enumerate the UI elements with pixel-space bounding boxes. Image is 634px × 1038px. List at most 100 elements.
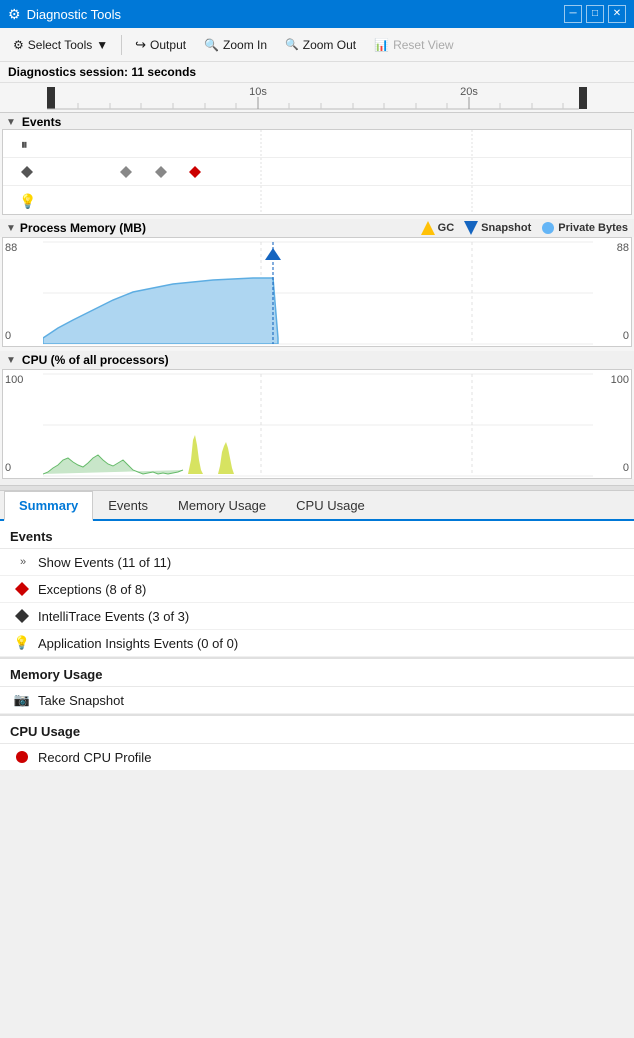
appinsights-icon: 💡 (14, 635, 30, 651)
close-button[interactable]: ✕ (608, 5, 626, 23)
memory-legend: GC Snapshot Private Bytes (421, 221, 628, 235)
event-row-lightbulb: 💡 (3, 186, 631, 214)
tab-summary[interactable]: Summary (4, 491, 93, 521)
reset-icon: 📊 (374, 38, 389, 52)
memory-section-label: Process Memory (MB) (20, 221, 146, 235)
timeline-ruler: 10s 20s (0, 83, 634, 113)
cpu-y-right: 100 0 (593, 374, 629, 474)
pause-row-svg: ⏸ (3, 130, 631, 158)
summary-content: Events » Show Events (11 of 11) Exceptio… (0, 521, 634, 771)
intellitrace-diamond-icon (15, 609, 29, 623)
tab-cpu-label: CPU Usage (296, 498, 365, 513)
cpu-y-min-left: 0 (5, 462, 41, 474)
summary-events-title: Events (0, 521, 634, 549)
memory-y-max-right: 88 (593, 242, 629, 254)
events-section-header: ▼ Events (0, 113, 634, 129)
zoom-in-icon: 🔍 (204, 38, 219, 52)
cpu-chart-svg (3, 370, 631, 480)
tab-events[interactable]: Events (93, 491, 163, 519)
cpu-section-header: ▼ CPU (% of all processors) (0, 351, 634, 369)
cpu-section: ▼ CPU (% of all processors) 100 0 100 0 (0, 351, 634, 479)
intellitrace-icon (14, 608, 30, 624)
appinsights-label: Application Insights Events (0 of 0) (38, 636, 238, 651)
exceptions-item[interactable]: Exceptions (8 of 8) (0, 576, 634, 603)
diamond-row-svg (3, 158, 631, 186)
select-tools-label: Select Tools (28, 38, 92, 52)
title-bar-left: ⚙ Diagnostic Tools (8, 6, 121, 23)
cpu-y-max-left: 100 (5, 374, 41, 386)
select-tools-button[interactable]: ⚙ Select Tools ▼ (6, 35, 115, 55)
private-bytes-legend: Private Bytes (541, 221, 628, 235)
cpu-section-label: CPU (% of all processors) (22, 353, 169, 367)
exception-diamond-icon (15, 582, 29, 596)
svg-text:10s: 10s (249, 86, 267, 98)
session-info-label: Diagnostics session: 11 seconds (8, 65, 196, 79)
ruler-svg: 10s 20s (0, 83, 634, 113)
title-bar: ⚙ Diagnostic Tools ─ □ ✕ (0, 0, 634, 28)
tab-memory[interactable]: Memory Usage (163, 491, 281, 519)
intellitrace-label: IntelliTrace Events (3 of 3) (38, 609, 189, 624)
memory-section: ▼ Process Memory (MB) GC Snapshot Privat… (0, 219, 634, 347)
reset-view-button[interactable]: 📊 Reset View (367, 35, 460, 55)
memory-y-right: 88 0 (593, 242, 629, 342)
gear-icon: ⚙ (13, 38, 24, 52)
memory-y-min-right: 0 (593, 330, 629, 342)
record-cpu-item[interactable]: Record CPU Profile (0, 744, 634, 771)
memory-section-header: ▼ Process Memory (MB) GC Snapshot Privat… (0, 219, 634, 237)
output-icon: ↪ (135, 37, 146, 53)
cpu-collapse-arrow[interactable]: ▼ (6, 355, 16, 366)
tab-cpu[interactable]: CPU Usage (281, 491, 380, 519)
summary-cpu-title: CPU Usage (0, 714, 634, 744)
lightbulb-row-svg: 💡 (3, 186, 631, 214)
output-label: Output (150, 38, 186, 52)
zoom-out-icon: 🔍 (285, 38, 299, 51)
minimize-button[interactable]: ─ (564, 5, 582, 23)
charts-container: ▼ Events ⏸ (0, 113, 634, 479)
memory-y-min-left: 0 (5, 330, 41, 342)
show-events-item[interactable]: » Show Events (11 of 11) (0, 549, 634, 576)
zoom-out-button[interactable]: 🔍 Zoom Out (278, 35, 363, 55)
exception-icon (14, 581, 30, 597)
memory-y-left: 88 0 (5, 242, 41, 342)
summary-memory-title: Memory Usage (0, 657, 634, 687)
svg-text:20s: 20s (460, 86, 478, 98)
zoom-in-label: Zoom In (223, 38, 267, 52)
cpu-chart: 100 0 100 0 (2, 369, 632, 479)
events-section-label: Events (22, 115, 61, 129)
memory-collapse-arrow[interactable]: ▼ (6, 223, 16, 234)
memory-chart: 88 0 88 0 (2, 237, 632, 347)
appinsights-item[interactable]: 💡 Application Insights Events (0 of 0) (0, 630, 634, 657)
output-button[interactable]: ↪ Output (128, 34, 193, 56)
session-info: Diagnostics session: 11 seconds (0, 62, 634, 83)
tabs-bar: Summary Events Memory Usage CPU Usage (0, 491, 634, 521)
take-snapshot-label: Take Snapshot (38, 693, 124, 708)
intellitrace-item[interactable]: IntelliTrace Events (3 of 3) (0, 603, 634, 630)
tab-memory-label: Memory Usage (178, 498, 266, 513)
maximize-button[interactable]: □ (586, 5, 604, 23)
memory-y-max-left: 88 (5, 242, 41, 254)
record-circle-icon (15, 750, 29, 764)
title-bar-controls: ─ □ ✕ (564, 5, 626, 23)
gc-icon (421, 221, 435, 235)
toolbar: ⚙ Select Tools ▼ ↪ Output 🔍 Zoom In 🔍 Zo… (0, 28, 634, 62)
zoom-in-button[interactable]: 🔍 Zoom In (197, 35, 274, 55)
tab-events-label: Events (108, 498, 148, 513)
snapshot-legend: Snapshot (464, 221, 531, 235)
show-events-icon: » (14, 554, 30, 570)
zoom-out-label: Zoom Out (303, 38, 356, 52)
svg-text:⏸: ⏸ (21, 137, 28, 152)
camera-icon: 📷 (14, 692, 30, 708)
toolbar-separator-1 (121, 35, 122, 55)
gc-legend: GC (421, 221, 455, 235)
snapshot-icon (464, 221, 478, 235)
record-cpu-label: Record CPU Profile (38, 750, 151, 765)
reset-view-label: Reset View (393, 38, 453, 52)
event-row-diamond (3, 158, 631, 186)
private-bytes-icon (541, 221, 555, 235)
dropdown-arrow-icon: ▼ (96, 38, 108, 52)
events-collapse-arrow[interactable]: ▼ (6, 117, 16, 128)
event-row-pause: ⏸ (3, 130, 631, 158)
private-bytes-label: Private Bytes (558, 222, 628, 234)
take-snapshot-item[interactable]: 📷 Take Snapshot (0, 687, 634, 714)
gc-label: GC (438, 222, 455, 234)
